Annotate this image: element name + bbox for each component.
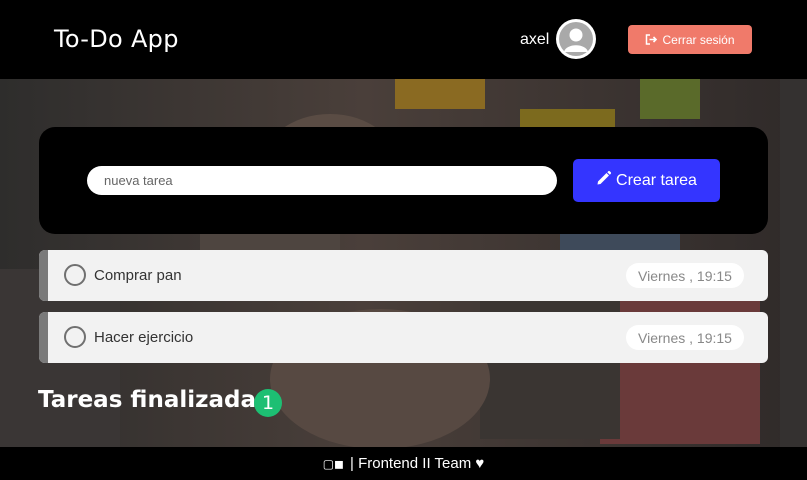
footer-text: | Frontend II Team ♥	[350, 455, 485, 472]
top-navbar: To-Do App axel Cerrar sesión	[0, 0, 807, 79]
footer: ▢◼ | Frontend II Team ♥	[0, 447, 807, 480]
create-task-button[interactable]: Crear tarea	[573, 159, 720, 202]
pencil-icon	[596, 170, 612, 191]
user-avatar-icon[interactable]	[556, 19, 596, 59]
footer-symbols: ▢◼	[322, 456, 345, 471]
task-timestamp: Viernes , 19:15	[626, 325, 744, 350]
finished-count-badge: 1	[254, 389, 282, 417]
app-title: To-Do App	[54, 25, 179, 53]
sign-out-icon	[645, 34, 658, 45]
task-item: Hacer ejercicio Viernes , 19:15	[39, 312, 768, 363]
task-stripe	[39, 312, 48, 363]
task-item: Comprar pan Viernes , 19:15	[39, 250, 768, 301]
task-timestamp: Viernes , 19:15	[626, 263, 744, 288]
logout-label: Cerrar sesión	[662, 32, 735, 47]
logout-button[interactable]: Cerrar sesión	[628, 25, 752, 54]
create-task-label: Crear tarea	[616, 171, 697, 189]
task-description: Hacer ejercicio	[94, 329, 194, 346]
new-task-panel: Crear tarea	[39, 127, 768, 234]
finished-tasks-title: Tareas finalizadas	[38, 387, 270, 413]
user-name: axel	[520, 31, 550, 48]
task-stripe	[39, 250, 48, 301]
empty-circle-icon[interactable]	[64, 326, 86, 348]
empty-circle-icon[interactable]	[64, 264, 86, 286]
new-task-input[interactable]	[87, 166, 557, 195]
task-description: Comprar pan	[94, 267, 182, 284]
